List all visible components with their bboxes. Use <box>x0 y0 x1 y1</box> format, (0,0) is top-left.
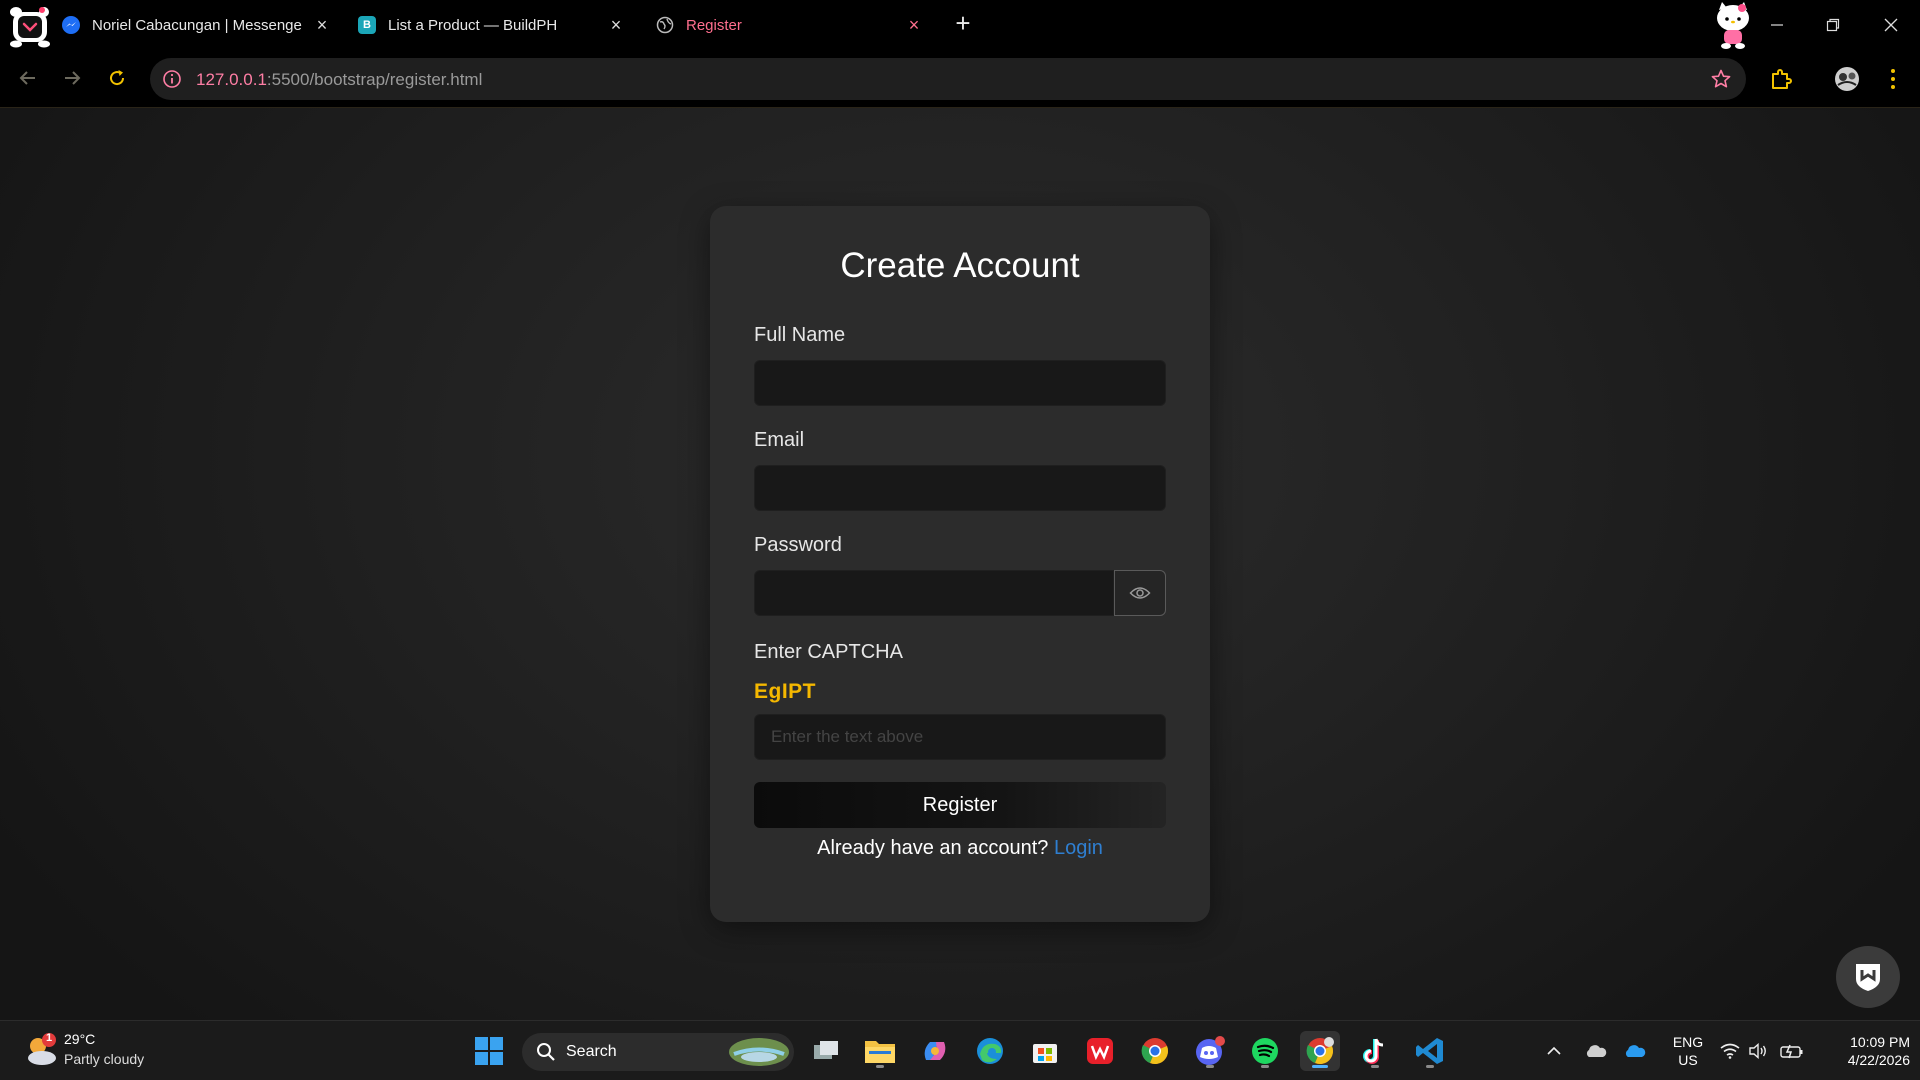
more-menu-icon[interactable] <box>1878 64 1908 94</box>
windows-taskbar: 1 29°C Partly cloudy Search ENG US 10:09… <box>0 1020 1920 1080</box>
clock-date: 4/22/2026 <box>1847 1052 1910 1068</box>
login-link[interactable]: Login <box>1054 837 1103 859</box>
language-code: ENG <box>1672 1034 1704 1050</box>
eye-icon <box>1129 587 1151 599</box>
running-indicator <box>1371 1065 1379 1068</box>
full-name-input[interactable] <box>754 360 1166 406</box>
security-shield-button[interactable] <box>1836 946 1900 1008</box>
restore-icon[interactable] <box>1818 10 1848 40</box>
site-info-icon[interactable] <box>162 69 182 89</box>
onedrive-gray-icon[interactable] <box>1584 1039 1608 1063</box>
close-tab-icon[interactable]: × <box>606 15 626 35</box>
register-button[interactable]: Register <box>754 782 1166 828</box>
tab-title: Noriel Cabacungan | Messenger <box>92 16 302 34</box>
address-bar[interactable]: 127.0.0.1:5500/bootstrap/register.html <box>150 58 1746 100</box>
file-explorer-icon[interactable] <box>860 1031 900 1071</box>
search-icon <box>537 1043 555 1061</box>
captcha-input[interactable] <box>754 714 1166 760</box>
wifi-icon[interactable] <box>1718 1039 1742 1063</box>
microsoft-store-icon[interactable] <box>1025 1031 1065 1071</box>
search-label: Search <box>566 1043 617 1060</box>
page-title: Create Account <box>840 246 1080 285</box>
battery-icon[interactable] <box>1780 1039 1804 1063</box>
vscode-icon[interactable] <box>1410 1031 1450 1071</box>
close-tab-icon[interactable]: × <box>312 15 332 35</box>
partly-cloudy-icon <box>28 1033 56 1065</box>
buildph-favicon-icon: B <box>358 16 376 34</box>
minimize-icon[interactable] <box>1762 10 1792 40</box>
back-icon[interactable] <box>14 64 42 92</box>
show-hidden-icons-chevron-icon[interactable] <box>1542 1039 1566 1063</box>
taskbar-search[interactable]: Search <box>522 1033 794 1071</box>
running-indicator <box>1206 1065 1214 1068</box>
browser-toolbar: 127.0.0.1:5500/bootstrap/register.html <box>0 50 1920 108</box>
new-tab-button[interactable]: + <box>950 10 976 37</box>
close-tab-icon[interactable]: × <box>904 15 924 35</box>
shield-icon <box>1856 964 1880 991</box>
full-name-label: Full Name <box>754 324 846 346</box>
browser-tab-bar: Noriel Cabacungan | Messenger × B List a… <box>0 0 1920 50</box>
forward-icon[interactable] <box>58 64 86 92</box>
hello-kitty-panda-icon <box>10 7 50 48</box>
bookmark-star-icon[interactable] <box>1710 68 1732 90</box>
login-prompt: Already have an account? Login <box>710 837 1210 860</box>
clock-time: 10:09 PM <box>1850 1034 1910 1050</box>
profile-hello-kitty-icon[interactable] <box>1712 0 1754 50</box>
captcha-code: EgIPT <box>754 680 817 703</box>
weather-widget[interactable]: 1 <box>22 1031 62 1071</box>
region-code: US <box>1678 1052 1698 1068</box>
task-view-icon[interactable] <box>806 1031 846 1071</box>
volume-icon[interactable] <box>1746 1039 1770 1063</box>
running-indicator <box>876 1065 884 1068</box>
spotify-icon[interactable] <box>1245 1031 1285 1071</box>
register-card: Create Account Full Name Email Password … <box>710 206 1210 922</box>
search-highlight-landscape-icon <box>729 1038 789 1066</box>
weather-badge: 1 <box>45 1032 53 1044</box>
page-viewport: Create Account Full Name Email Password … <box>0 108 1920 1020</box>
tab-search-button[interactable] <box>8 4 52 48</box>
running-indicator <box>1426 1065 1434 1068</box>
input-language[interactable]: ENG US <box>1668 1033 1708 1069</box>
tiktok-icon[interactable] <box>1355 1031 1395 1071</box>
active-indicator <box>1312 1065 1328 1068</box>
edge-icon[interactable] <box>970 1031 1010 1071</box>
chrome-profile-icon[interactable] <box>1300 1031 1340 1071</box>
profile-avatar-icon[interactable] <box>1832 64 1862 94</box>
chrome-icon[interactable] <box>1135 1031 1175 1071</box>
url-text: 127.0.0.1:5500/bootstrap/register.html <box>196 70 483 89</box>
tab-register[interactable]: Register × <box>656 8 924 42</box>
copilot-icon[interactable] <box>915 1031 955 1071</box>
start-windows-icon[interactable] <box>469 1031 509 1071</box>
tab-messenger[interactable]: Noriel Cabacungan | Messenger × <box>62 8 332 42</box>
tab-buildph[interactable]: B List a Product — BuildPH × <box>358 8 626 42</box>
tab-title: Register <box>686 16 742 34</box>
password-input[interactable] <box>754 570 1114 616</box>
discord-icon[interactable] <box>1190 1031 1230 1071</box>
captcha-label: Enter CAPTCHA <box>754 641 903 663</box>
already-have-account-text: Already have an account? <box>817 837 1049 859</box>
email-input[interactable] <box>754 465 1166 511</box>
globe-icon <box>656 16 674 34</box>
onedrive-blue-icon[interactable] <box>1623 1039 1647 1063</box>
weather-temp: 29°C <box>64 1031 96 1047</box>
system-clock[interactable]: 10:09 PM 4/22/2026 <box>1820 1033 1910 1069</box>
tab-title: List a Product — BuildPH <box>388 16 558 34</box>
email-label: Email <box>754 429 805 451</box>
messenger-icon <box>62 16 80 34</box>
wps-office-icon[interactable] <box>1080 1031 1120 1071</box>
weather-condition: Partly cloudy <box>64 1051 145 1067</box>
close-window-icon[interactable] <box>1876 10 1906 40</box>
toggle-password-visibility-button[interactable] <box>1114 570 1166 616</box>
password-label: Password <box>754 534 842 556</box>
reload-icon[interactable] <box>103 64 131 92</box>
extensions-puzzle-icon[interactable] <box>1766 64 1796 94</box>
running-indicator <box>1261 1065 1269 1068</box>
